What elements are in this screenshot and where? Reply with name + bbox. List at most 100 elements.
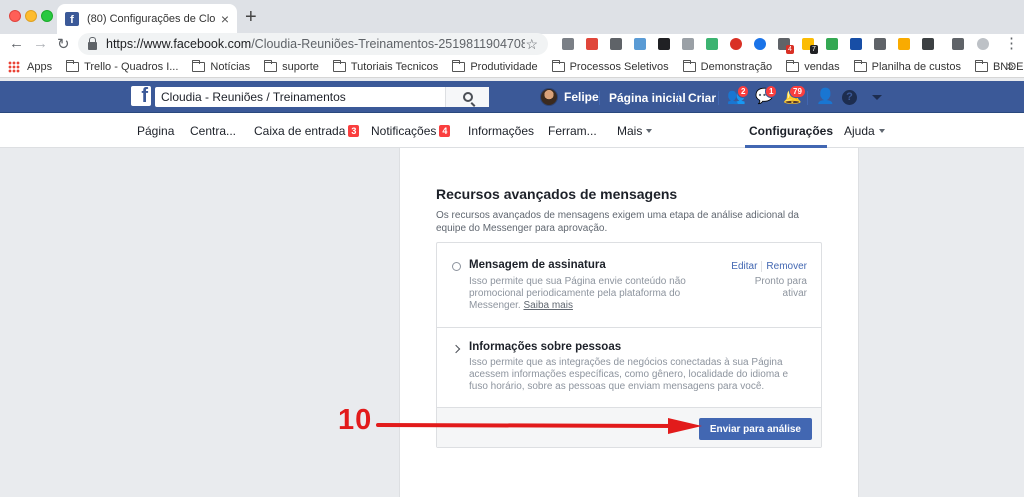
edit-link[interactable]: Editar [731, 261, 757, 272]
learn-more-link[interactable]: Saiba mais [523, 300, 572, 311]
bookmark-star-icon[interactable]: ☆ [525, 36, 538, 53]
extension-video-icon[interactable] [682, 38, 694, 50]
feature-subscription-messaging: Mensagem de assinatura Isso permite que … [437, 243, 821, 328]
search-input[interactable]: Cloudia - Reuniões / Treinamentos [155, 90, 445, 104]
profile-link[interactable]: Felipe [540, 88, 599, 106]
quick-help-people-icon[interactable]: 👤 [816, 89, 835, 105]
extension-screen-icon[interactable] [610, 38, 622, 50]
submit-for-review-button[interactable]: Enviar para análise [698, 418, 812, 440]
feature-radio[interactable] [452, 262, 461, 271]
search-button[interactable] [445, 87, 489, 107]
tab-help[interactable]: Ajuda [844, 124, 885, 138]
bookmark-demonstracao[interactable]: Demonstração [682, 59, 772, 73]
extension-m-icon[interactable] [850, 38, 862, 50]
extension-arrow-icon[interactable] [658, 38, 670, 50]
feature-people-info[interactable]: Informações sobre pessoas Isso permite q… [437, 328, 821, 407]
tab-inbox[interactable]: Caixa de entrada 3 [254, 124, 360, 138]
section-title: Recursos avançados de mensagens [436, 186, 678, 202]
folder-icon [264, 59, 278, 72]
reload-button[interactable]: ↻ [57, 35, 70, 53]
browser-tab-strip: f (80) Configurações de Cloudia × + [0, 0, 1024, 34]
profile-icon[interactable] [977, 38, 989, 50]
feature-description: Isso permite que sua Página envie conteú… [469, 276, 686, 311]
facebook-search[interactable]: Cloudia - Reuniões / Treinamentos [155, 87, 489, 107]
url-text: https://www.facebook.com/Cloudia-Reuniõe… [106, 37, 526, 51]
extension-bank-icon[interactable] [898, 38, 910, 50]
bookmark-tutoriais[interactable]: Tutoriais Tecnicos [332, 59, 438, 73]
help-icon[interactable]: ? [842, 90, 857, 105]
home-link[interactable]: Página inicial [609, 91, 686, 105]
bookmark-planilha[interactable]: Planilha de custos [853, 59, 961, 73]
notifications-tab-badge: 4 [439, 125, 451, 137]
divider [761, 261, 763, 272]
extension-badge: 7 [810, 45, 818, 54]
bookmark-processos[interactable]: Processos Seletivos [551, 59, 669, 73]
bookmark-vendas[interactable]: vendas [786, 59, 840, 73]
tab-tools[interactable]: Ferram... [548, 124, 597, 138]
extension-dots-icon[interactable] [634, 38, 646, 50]
tab-notifications[interactable]: Notificações 4 [371, 124, 451, 138]
close-window-button[interactable] [9, 10, 21, 22]
facebook-favicon-icon: f [65, 12, 79, 26]
friends-badge: 2 [737, 85, 750, 98]
folder-icon [66, 59, 80, 72]
account-menu-caret-icon[interactable] [872, 95, 882, 100]
chrome-menu-icon[interactable]: ⋮ [1004, 34, 1019, 52]
bookmark-bndes[interactable]: BNDES [974, 59, 1024, 73]
create-link[interactable]: Criar [688, 91, 716, 105]
address-bar-row: ← → ↻ https://www.facebook.com/Cloudia-R… [0, 33, 1024, 56]
extension-green-icon[interactable] [826, 38, 838, 50]
extension-chart-icon[interactable] [706, 38, 718, 50]
annotation-arrow-icon [376, 418, 702, 434]
folder-icon [853, 59, 867, 72]
minimize-window-button[interactable] [25, 10, 37, 22]
feature-title: Informações sobre pessoas [469, 341, 622, 353]
tab-title: (80) Configurações de Cloudia [87, 13, 215, 25]
cast-icon[interactable] [952, 38, 964, 50]
bookmark-produtividade[interactable]: Produtividade [452, 59, 538, 73]
section-description: Os recursos avançados de mensagens exige… [436, 210, 799, 234]
chevron-down-icon [878, 129, 885, 133]
maximize-window-button[interactable] [41, 10, 53, 22]
tab-settings[interactable]: Configurações [749, 124, 833, 138]
folder-icon [551, 59, 565, 72]
facebook-logo-icon[interactable]: f [131, 86, 151, 106]
divider [807, 91, 808, 105]
search-icon [462, 92, 473, 102]
remove-link[interactable]: Remover [766, 261, 807, 272]
forward-button[interactable]: → [33, 35, 48, 52]
bookmark-noticias[interactable]: Notícias [192, 59, 250, 73]
back-button[interactable]: ← [9, 35, 24, 52]
folder-icon [974, 59, 988, 72]
facebook-top-bar: f Cloudia - Reuniões / Treinamentos Feli… [0, 81, 1024, 113]
bookmark-suporte[interactable]: suporte [264, 59, 319, 73]
tab-central[interactable]: Centra... [190, 124, 236, 138]
divider [599, 91, 600, 105]
lock-icon [88, 36, 97, 50]
bookmarks-more-icon[interactable]: » [1007, 58, 1014, 73]
feature-status: Pronto para ativar [754, 276, 807, 299]
page-navigation: Página Centra... Caixa de entrada 3 Notif… [0, 113, 1024, 148]
tab-pagina[interactable]: Página [137, 124, 174, 138]
messages-badge: 1 [765, 85, 778, 98]
bookmarks-bar: Apps Trello - Quadros I... Notícias supo… [0, 56, 1024, 78]
annotation-step-number: 10 [338, 404, 373, 436]
tab-close-icon[interactable]: × [221, 11, 229, 27]
extension-flag-icon[interactable] [874, 38, 886, 50]
extension-youtube-icon[interactable] [586, 38, 598, 50]
browser-tab[interactable]: f (80) Configurações de Cloudia × [57, 4, 237, 34]
extension-power-icon[interactable] [730, 38, 742, 50]
extension-c-icon[interactable] [922, 38, 934, 50]
new-tab-button[interactable]: + [245, 6, 257, 29]
extension-badge: 4 [786, 45, 794, 54]
tab-more[interactable]: Mais [617, 124, 653, 138]
tab-insights[interactable]: Informações [468, 124, 534, 138]
bookmark-apps[interactable]: Apps [8, 60, 52, 73]
chevron-right-icon [451, 344, 461, 354]
bookmark-trello[interactable]: Trello - Quadros I... [66, 59, 178, 73]
extension-cube-icon[interactable] [562, 38, 574, 50]
url-bar[interactable]: https://www.facebook.com/Cloudia-Reuniõe… [78, 33, 548, 55]
folder-icon [192, 59, 206, 72]
extension-circle-icon[interactable] [754, 38, 766, 50]
folder-icon [786, 59, 800, 72]
